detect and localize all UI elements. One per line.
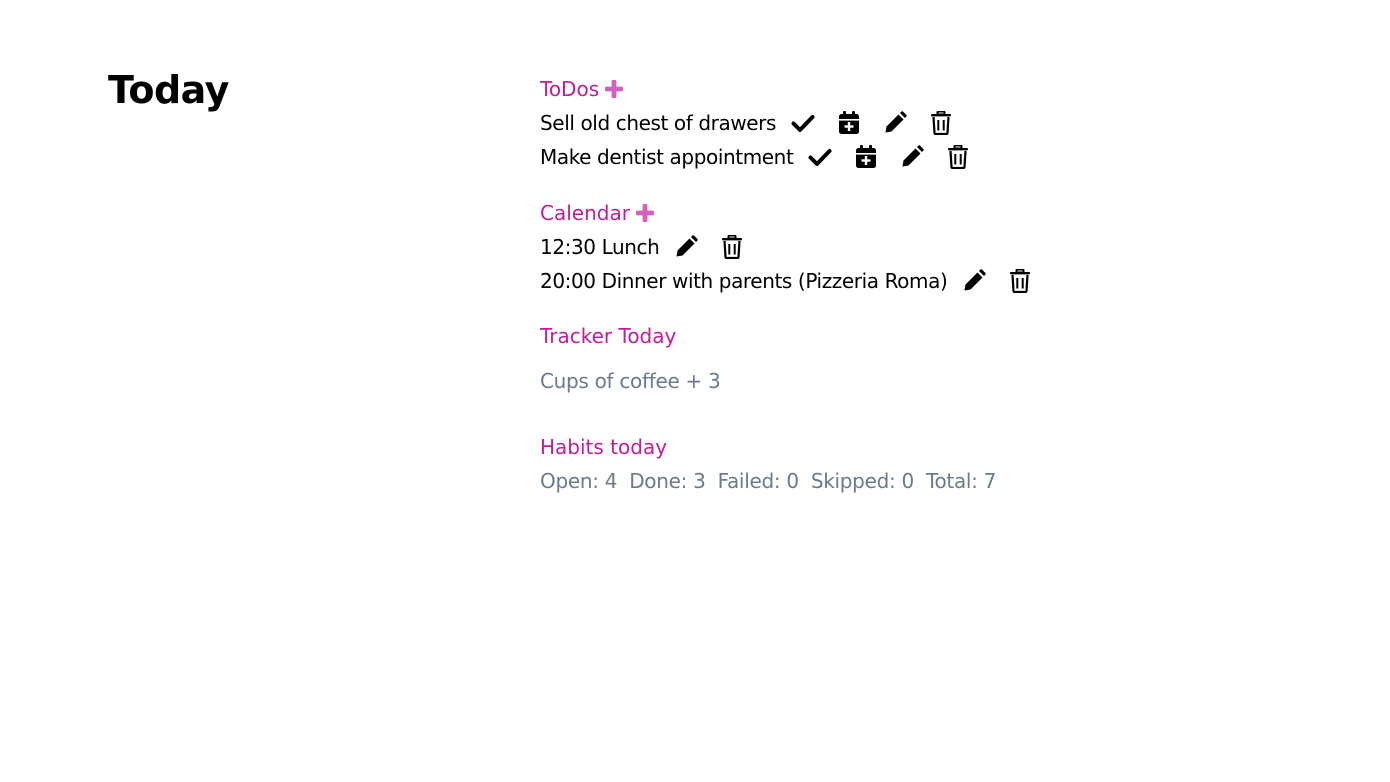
pencil-icon — [964, 269, 987, 291]
plus-icon — [635, 204, 654, 222]
calendar-item-actions — [961, 268, 1053, 294]
calendar-item-actions — [673, 234, 765, 260]
todo-item-label: Make dentist appointment — [540, 145, 794, 169]
delete-calendar-entry-button[interactable] — [719, 234, 745, 260]
edit-todo-button[interactable] — [882, 110, 908, 136]
calendar-section-heading: Calendar — [540, 199, 657, 227]
todo-item: Sell old chest of drawers — [540, 108, 974, 138]
habits-section-heading: Habits today — [540, 433, 667, 461]
plus-icon — [605, 80, 624, 98]
todo-item-actions — [790, 110, 974, 136]
trash-icon — [722, 235, 743, 259]
todos-section-heading: ToDos — [540, 75, 626, 103]
calendar-item: 12:30 Lunch — [540, 232, 765, 262]
todos-heading-label: ToDos — [540, 77, 600, 101]
calendar-plus-icon — [839, 111, 860, 134]
habits-open-count: Open: 4 — [540, 469, 618, 493]
schedule-todo-button[interactable] — [853, 144, 879, 170]
tracker-heading-label: Tracker Today — [540, 324, 677, 348]
habits-summary: Open: 4 Done: 3 Failed: 0 Skipped: 0 Tot… — [540, 467, 1002, 495]
add-calendar-entry-button[interactable] — [633, 201, 657, 225]
complete-todo-button[interactable] — [807, 144, 833, 170]
pencil-icon — [885, 111, 907, 133]
trash-icon — [1010, 269, 1031, 293]
pencil-icon — [902, 145, 925, 167]
habits-total-count: Total: 7 — [925, 469, 997, 493]
trash-icon — [931, 111, 952, 135]
habits-done-count: Done: 3 — [629, 469, 706, 493]
page-title: Today — [108, 68, 229, 112]
add-todo-button[interactable] — [602, 77, 626, 101]
schedule-todo-button[interactable] — [836, 110, 862, 136]
complete-todo-button[interactable] — [790, 110, 816, 136]
tracker-entry: Cups of coffee + 3 — [540, 369, 721, 393]
pencil-icon — [676, 235, 699, 257]
calendar-item: 20:00 Dinner with parents (Pizzeria Roma… — [540, 266, 1053, 296]
tracker-section-heading: Tracker Today — [540, 322, 676, 350]
delete-todo-button[interactable] — [945, 144, 971, 170]
checkmark-icon — [808, 149, 832, 166]
trash-icon — [948, 145, 969, 169]
todo-item: Make dentist appointment — [540, 142, 991, 172]
habits-failed-count: Failed: 0 — [717, 469, 799, 493]
edit-todo-button[interactable] — [899, 144, 925, 170]
delete-calendar-entry-button[interactable] — [1007, 268, 1033, 294]
calendar-item-label: 12:30 Lunch — [540, 235, 660, 259]
habits-heading-label: Habits today — [540, 435, 668, 459]
todo-item-label: Sell old chest of drawers — [540, 111, 777, 135]
calendar-item-label: 20:00 Dinner with parents (Pizzeria Roma… — [540, 269, 948, 293]
checkmark-icon — [791, 115, 815, 132]
calendar-plus-icon — [856, 145, 877, 168]
todo-item-actions — [807, 144, 991, 170]
edit-calendar-entry-button[interactable] — [961, 268, 987, 294]
calendar-heading-label: Calendar — [540, 201, 630, 225]
delete-todo-button[interactable] — [928, 110, 954, 136]
habits-skipped-count: Skipped: 0 — [810, 469, 914, 493]
edit-calendar-entry-button[interactable] — [673, 234, 699, 260]
